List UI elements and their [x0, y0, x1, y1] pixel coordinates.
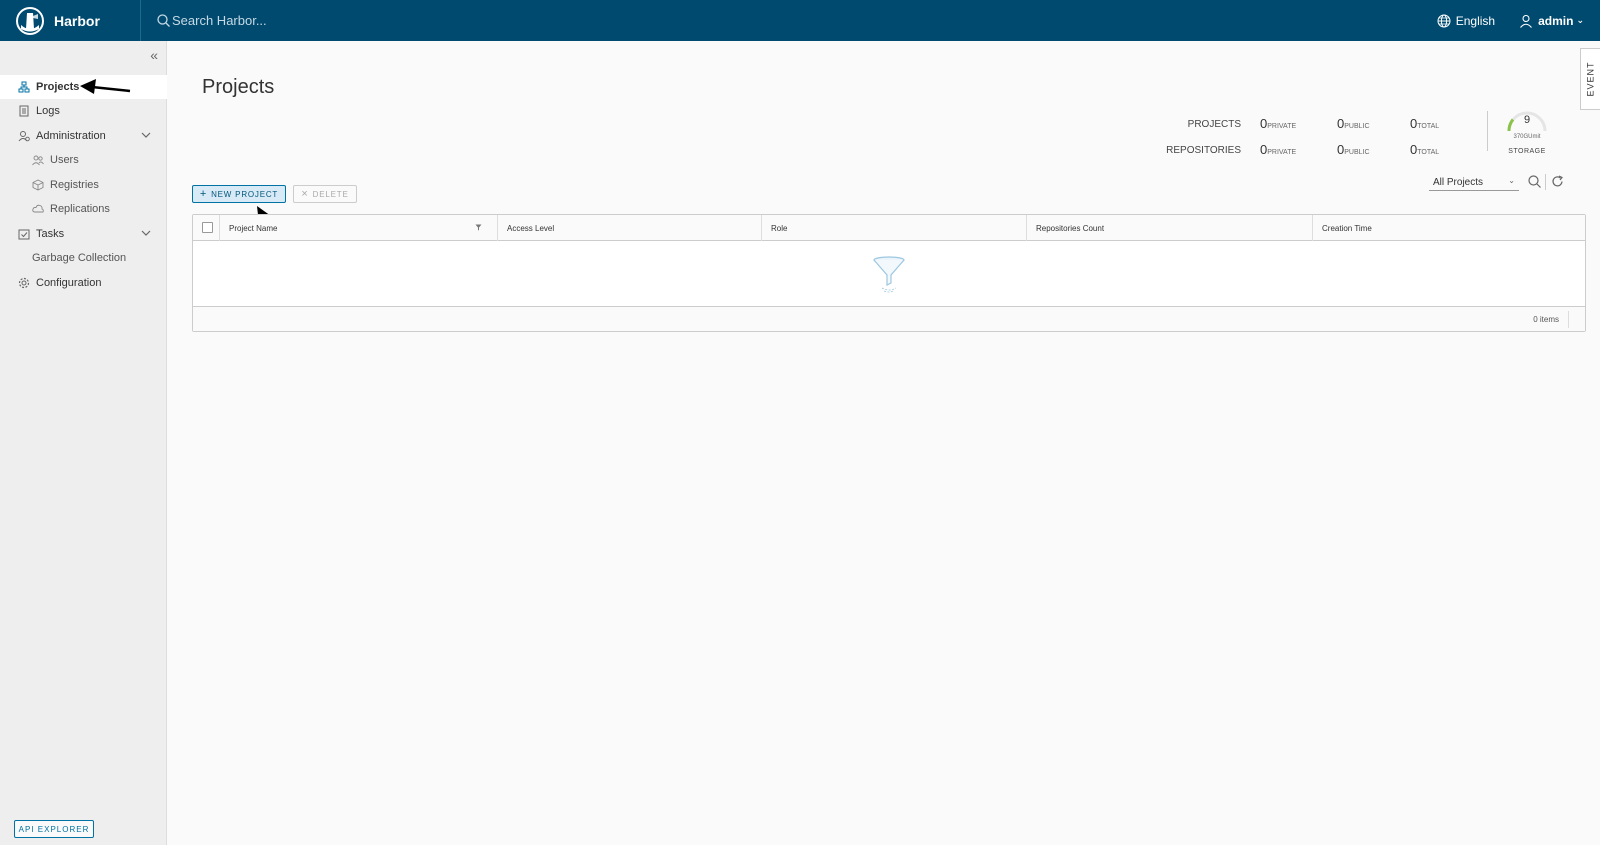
user-name: admin	[1538, 13, 1574, 28]
storage-value: 9	[1523, 114, 1531, 126]
column-role[interactable]: Role	[762, 215, 1027, 241]
column-repositories-count[interactable]: Repositories Count	[1027, 215, 1313, 241]
repositories-total-stat: 0 TOTAL	[1410, 142, 1440, 157]
search-input[interactable]: Search Harbor...	[172, 13, 267, 28]
top-header: Harbor Search Harbor... English admin ⌄	[0, 0, 1600, 41]
datagrid-header: Project Name Access Level Role Repositor…	[193, 215, 1585, 241]
close-icon: ×	[301, 188, 309, 200]
event-tab[interactable]: EVENT	[1580, 48, 1600, 110]
delete-label: DELETE	[312, 189, 349, 199]
refresh-icon[interactable]	[1551, 175, 1564, 188]
chevron-down-icon	[141, 230, 151, 236]
brand[interactable]: Harbor	[0, 0, 141, 41]
storage-label: STORAGE	[1508, 148, 1546, 155]
users-icon	[32, 155, 44, 166]
datagrid-footer: 0 items	[193, 306, 1585, 331]
sidebar-item-configuration[interactable]: Configuration	[0, 271, 167, 295]
projects-stat-row: PROJECTS 0 PRIVATE 0 PUBLIC 0 TOTAL	[1157, 116, 1457, 136]
sidebar-item-logs[interactable]: Logs	[0, 99, 167, 123]
toolbar-divider	[1545, 174, 1546, 190]
user-menu[interactable]: admin ⌄	[1519, 14, 1584, 28]
repositories-stat-label: REPOSITORIES	[1166, 145, 1241, 156]
delete-button[interactable]: × DELETE	[293, 185, 357, 203]
projects-stat-label: PROJECTS	[1187, 119, 1241, 130]
sidebar-item-garbage-collection[interactable]: Garbage Collection	[0, 246, 167, 270]
tasks-icon	[18, 229, 30, 240]
sidebar-item-administration[interactable]: Administration	[0, 124, 167, 148]
plus-icon: +	[199, 188, 208, 200]
main-content: Projects EVENT PROJECTS 0 PRIVATE 0 PUBLIC…	[167, 41, 1600, 845]
search-icon[interactable]	[1528, 175, 1541, 188]
repositories-public-stat: 0 PUBLIC	[1337, 142, 1370, 157]
sidebar-item-label: Logs	[36, 105, 60, 117]
column-creation-time[interactable]: Creation Time	[1313, 215, 1585, 241]
api-explorer-button[interactable]: API EXPLORER	[14, 820, 94, 838]
gear-icon	[18, 277, 30, 289]
sidebar-item-label: Projects	[36, 81, 80, 93]
storage-gauge: 9 370GUmit STORAGE	[1497, 105, 1557, 155]
administration-icon	[18, 131, 30, 142]
sidebar-item-registries[interactable]: Registries	[0, 173, 167, 197]
item-count: 0 items	[1533, 315, 1559, 324]
column-project-name[interactable]: Project Name	[220, 215, 498, 241]
stats-divider	[1487, 111, 1488, 151]
sidebar-item-users[interactable]: Users	[0, 148, 167, 172]
sidebar: « Projects Logs Administration Users Reg…	[0, 41, 167, 845]
empty-filter-icon	[873, 256, 905, 293]
filter-selected-value: All Projects	[1433, 176, 1484, 188]
registries-icon	[32, 179, 44, 191]
sidebar-item-label: Users	[50, 154, 79, 166]
sidebar-item-label: Tasks	[36, 228, 65, 240]
projects-icon	[18, 81, 30, 93]
global-search[interactable]: Search Harbor...	[157, 0, 267, 41]
storage-limit: 370GUmit	[1513, 134, 1541, 140]
project-filter-select[interactable]: All Projects ⌄	[1429, 174, 1519, 191]
harbor-logo-icon	[16, 6, 44, 35]
user-icon	[1520, 14, 1533, 28]
event-tab-label: EVENT	[1585, 61, 1596, 97]
replications-icon	[32, 204, 44, 213]
sidebar-item-replications[interactable]: Replications	[0, 197, 167, 221]
select-all-checkbox[interactable]	[202, 222, 213, 233]
projects-public-stat: 0 PUBLIC	[1337, 116, 1370, 131]
search-icon	[157, 14, 170, 27]
select-all-column	[193, 215, 220, 241]
new-project-button[interactable]: + NEW PROJECT	[192, 185, 286, 203]
chevron-down-icon	[141, 132, 151, 138]
repositories-private-stat: 0 PRIVATE	[1260, 142, 1297, 157]
language-selector[interactable]: English	[1437, 14, 1495, 28]
datagrid-empty-placeholder	[193, 241, 1585, 307]
collapse-sidebar-icon[interactable]: «	[150, 47, 158, 63]
projects-private-stat: 0 PRIVATE	[1260, 116, 1297, 131]
logs-icon	[19, 105, 29, 117]
projects-datagrid: Project Name Access Level Role Repositor…	[192, 214, 1586, 332]
sidebar-item-tasks[interactable]: Tasks	[0, 222, 167, 246]
language-label: English	[1455, 13, 1496, 28]
app-name: Harbor	[54, 12, 100, 29]
sidebar-item-label: Administration	[36, 130, 106, 142]
sidebar-item-label: Garbage Collection	[32, 252, 127, 264]
annotation-arrow-icon	[80, 79, 131, 94]
filter-icon[interactable]	[475, 224, 482, 231]
sidebar-item-label: Registries	[50, 179, 99, 191]
new-project-label: NEW PROJECT	[211, 189, 279, 199]
projects-total-stat: 0 TOTAL	[1410, 116, 1440, 131]
repositories-stat-row: REPOSITORIES 0 PRIVATE 0 PUBLIC 0 TOTAL	[1157, 142, 1457, 162]
page-title: Projects	[202, 76, 275, 98]
chevron-down-icon: ⌄	[1508, 176, 1515, 185]
globe-icon	[1437, 14, 1451, 27]
column-access-level[interactable]: Access Level	[498, 215, 762, 241]
chevron-down-icon: ⌄	[1576, 15, 1584, 25]
sidebar-item-label: Replications	[50, 203, 110, 215]
sidebar-item-label: Configuration	[36, 277, 102, 289]
